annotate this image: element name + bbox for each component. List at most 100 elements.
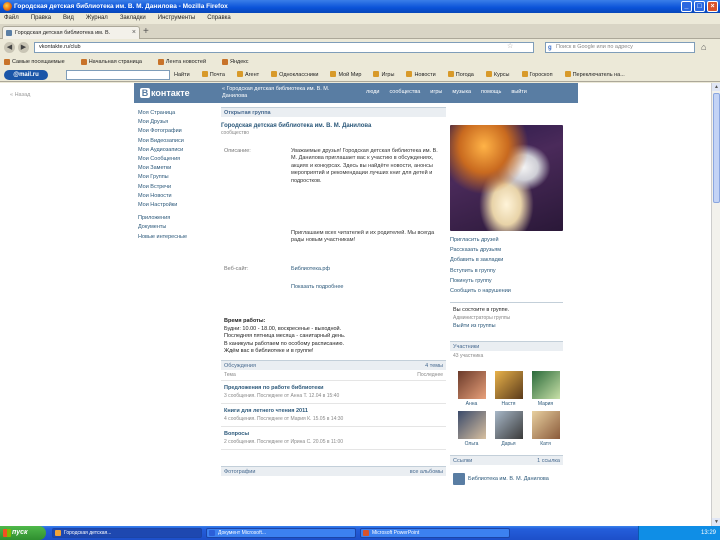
back-button[interactable]: ◀ (4, 42, 15, 53)
left-menu-item[interactable]: Мои Настройки (138, 201, 216, 210)
left-menu-item[interactable]: Новые интересные (138, 233, 216, 242)
links-title[interactable]: Ссылки (453, 456, 472, 465)
left-menu-item[interactable]: Мои Встречи (138, 183, 216, 192)
toolbar-item[interactable]: Игры (373, 68, 394, 82)
taskbar-button-firefox[interactable]: Городская детская... (52, 528, 202, 538)
member-card[interactable]: Настя (490, 371, 527, 407)
scroll-up-icon[interactable]: ▲ (712, 83, 720, 91)
left-menu-item[interactable]: Приложения (138, 214, 216, 223)
menu-tools[interactable]: Инструменты (158, 13, 195, 24)
menu-file[interactable]: Файл (4, 13, 19, 24)
home-icon[interactable]: ⌂ (701, 42, 706, 53)
membership-admins[interactable]: Администраторы группы (453, 314, 560, 322)
toolbar-item[interactable]: Агент (236, 68, 259, 82)
vk-group-header-link[interactable]: « Городская детская библиотека им. В. М.… (222, 86, 356, 100)
photos-all-link[interactable]: все альбомы (410, 467, 443, 476)
menu-bookmarks[interactable]: Закладки (120, 13, 146, 24)
bookmark-icon (222, 59, 229, 65)
url-input[interactable]: vkontakte.ru/club (34, 42, 534, 53)
toolbar-item[interactable]: Одноклассники (271, 68, 318, 82)
left-menu-item[interactable]: Мои Фотографии (138, 127, 216, 136)
search-input[interactable]: g Поиск в Google или по адресу (545, 42, 695, 53)
vk-nav-logout[interactable]: выйти (511, 89, 527, 95)
new-tab-button[interactable]: + (143, 26, 149, 38)
bookmark-item[interactable]: Яндекс (222, 56, 249, 68)
taskbar-button-word[interactable]: Документ Microsoft... (206, 528, 356, 538)
left-menu-item[interactable]: Документы (138, 223, 216, 232)
page-back-link[interactable]: « Назад (10, 92, 30, 98)
toolbar-item[interactable]: Гороскоп (521, 68, 553, 82)
left-menu-item[interactable]: Мои Заметки (138, 164, 216, 173)
vk-logo[interactable]: Вконтакте (140, 88, 190, 98)
left-menu-item[interactable]: Моя Страница (138, 109, 216, 118)
vk-nav-help[interactable]: помощь (481, 89, 501, 95)
start-button[interactable]: пуск (0, 526, 46, 540)
member-card[interactable]: Мария (527, 371, 564, 407)
discussions-title[interactable]: Обсуждения (224, 361, 256, 370)
photos-title[interactable]: Фотографии (224, 467, 255, 476)
scrollbar-thumb[interactable] (713, 93, 720, 203)
discussion-topic[interactable]: Вопросы 2 сообщения. Последнее от Ирина … (221, 427, 446, 450)
tab-close-icon[interactable]: × (132, 27, 136, 39)
external-link[interactable]: Библиотека им. В. М. Данилова (450, 465, 563, 493)
action-link[interactable]: Вступить в группу (450, 266, 563, 276)
discussions-count[interactable]: 4 темы (425, 361, 443, 370)
forward-button[interactable]: ▶ (18, 42, 29, 53)
left-menu-item[interactable]: Мои Аудиозаписи (138, 146, 216, 155)
group-avatar-image[interactable] (450, 125, 563, 231)
maximize-button[interactable]: □ (694, 1, 705, 12)
member-card[interactable]: Ольга (453, 411, 490, 447)
vk-nav-games[interactable]: игры (430, 89, 442, 95)
menu-history[interactable]: Журнал (86, 13, 108, 24)
toolbar-item[interactable]: Новости (406, 68, 436, 82)
close-button[interactable]: × (707, 1, 718, 12)
toolbar-item[interactable]: Погода (447, 68, 474, 82)
left-menu-item[interactable]: Мои Видеозаписи (138, 137, 216, 146)
menu-view[interactable]: Вид (63, 13, 74, 24)
taskbar-button-powerpoint[interactable]: Microsoft PowerPoint (360, 528, 510, 538)
toolbar-item[interactable]: Курсы (485, 68, 510, 82)
bookmark-item[interactable]: Лента новостей (157, 56, 206, 68)
action-link[interactable]: Добавить в закладки (450, 255, 563, 265)
menu-help[interactable]: Справка (207, 13, 231, 24)
bookmark-item[interactable]: Начальная страница (80, 56, 142, 68)
bookmark-star-icon[interactable]: ☆ (507, 42, 513, 50)
leave-group-link[interactable]: Выйти из группы (453, 322, 560, 330)
toolbar-item[interactable]: Мой Мир (330, 68, 361, 82)
minimize-button[interactable]: _ (681, 1, 692, 12)
page-content: « Назад Вконтакте « Городская детская би… (0, 83, 711, 526)
action-link[interactable]: Пригласить друзей (450, 235, 563, 245)
left-menu-item[interactable]: Мои Друзья (138, 118, 216, 127)
left-menu-item[interactable]: Мои Группы (138, 173, 216, 182)
info-description-more: Приглашаем всех читателей и их родителей… (291, 230, 435, 244)
member-card[interactable]: Дарья (490, 411, 527, 447)
discussion-topic[interactable]: Предложения по работе библиотеки 3 сообщ… (221, 381, 446, 404)
info-website-link[interactable]: Библиотека.рф (291, 266, 441, 273)
vk-nav-people[interactable]: люди (366, 89, 380, 95)
clock[interactable]: 13:29 (701, 530, 716, 536)
member-card[interactable]: Катя (527, 411, 564, 447)
show-more-link[interactable]: Показать подробнее (291, 284, 441, 291)
action-link[interactable]: Покинуть группу (450, 276, 563, 286)
word-icon (209, 530, 215, 536)
toolbar-item[interactable]: Переключатель на... (564, 68, 625, 82)
page-scrollbar[interactable]: ▲ ▼ (711, 83, 720, 526)
bookmark-item[interactable]: Самые посещаемые (4, 56, 65, 68)
mailru-search-input[interactable] (66, 70, 170, 80)
left-menu-item[interactable]: Мои Новости (138, 192, 216, 201)
tab-active[interactable]: Городская детская библиотека им. В. × (2, 26, 140, 39)
vk-nav-music[interactable]: музыка (452, 89, 471, 95)
left-menu-item[interactable]: Мои Сообщения (138, 155, 216, 164)
action-link[interactable]: Рассказать друзьям (450, 245, 563, 255)
discussion-topic[interactable]: Книги для летнего чтения 2011 4 сообщени… (221, 404, 446, 427)
toolbar-item[interactable]: Почта (201, 68, 225, 82)
action-link[interactable]: Сообщить о нарушении (450, 286, 563, 296)
mailru-logo[interactable]: @mail.ru (4, 70, 48, 80)
mailru-search-button[interactable]: Найти (174, 68, 190, 82)
menu-edit[interactable]: Правка (31, 13, 51, 24)
members-title[interactable]: Участники (453, 342, 479, 351)
scroll-down-icon[interactable]: ▼ (712, 518, 720, 526)
member-card[interactable]: Анна (453, 371, 490, 407)
membership-status: Вы состоите в группе. (453, 307, 510, 314)
vk-nav-communities[interactable]: сообщества (390, 89, 421, 95)
